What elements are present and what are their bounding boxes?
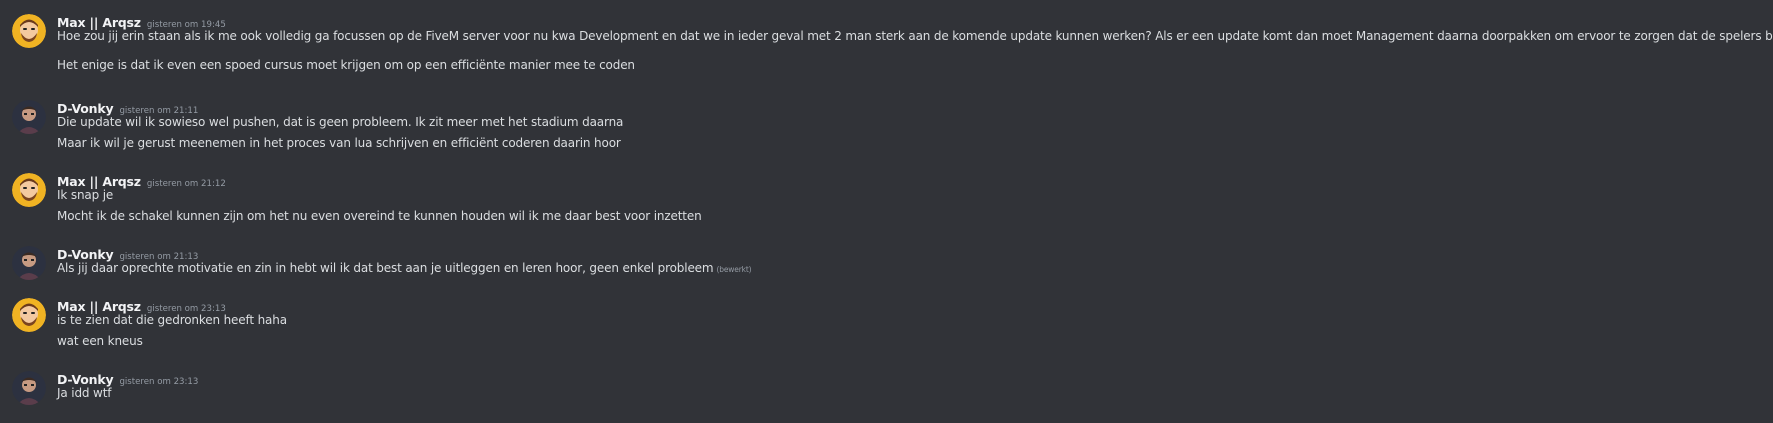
message-text: wat een kneus xyxy=(57,334,143,348)
message-text: Het enige is dat ik even een spoed cursu… xyxy=(57,58,635,72)
message-text: is te zien dat die gedronken heeft haha xyxy=(57,313,287,327)
max-arqsz-avatar-icon[interactable] xyxy=(12,14,46,48)
message-text: Ja idd wtf xyxy=(57,386,112,400)
message-header: Max || Arqsz gisteren om 19:45 xyxy=(57,12,226,30)
d-vonky-avatar-icon[interactable] xyxy=(12,100,46,134)
max-arqsz-avatar-icon[interactable] xyxy=(12,173,46,207)
max-arqsz-avatar-icon[interactable] xyxy=(12,298,46,332)
timestamp: gisteren om 21:12 xyxy=(146,179,226,189)
message-header: D-Vonky gisteren om 21:13 xyxy=(57,244,198,262)
edited-label: (bewerkt) xyxy=(716,265,752,274)
message-header: Max || Arqsz gisteren om 23:13 xyxy=(57,296,226,314)
message-header: Max || Arqsz gisteren om 21:12 xyxy=(57,171,226,189)
message-header: D-Vonky gisteren om 21:11 xyxy=(57,98,198,116)
message-header: D-Vonky gisteren om 23:13 xyxy=(57,369,198,387)
message-text: Mocht ik de schakel kunnen zijn om het n… xyxy=(57,209,702,223)
d-vonky-avatar-icon[interactable] xyxy=(12,371,46,405)
message-text: Als jij daar oprechte motivatie en zin i… xyxy=(57,261,752,275)
username[interactable]: Max || Arqsz xyxy=(57,299,141,314)
username[interactable]: Max || Arqsz xyxy=(57,15,141,30)
username[interactable]: Max || Arqsz xyxy=(57,174,141,189)
d-vonky-avatar-icon[interactable] xyxy=(12,246,46,280)
timestamp: gisteren om 23:13 xyxy=(119,377,199,387)
message-text: Maar ik wil je gerust meenemen in het pr… xyxy=(57,136,621,150)
username[interactable]: D-Vonky xyxy=(57,101,114,116)
message-text: Die update wil ik sowieso wel pushen, da… xyxy=(57,115,624,129)
message-text-content: Als jij daar oprechte motivatie en zin i… xyxy=(57,261,714,275)
chat-message-list: Max || Arqsz gisteren om 19:45 Hoe zou ji… xyxy=(0,0,1773,423)
username[interactable]: D-Vonky xyxy=(57,372,114,387)
username[interactable]: D-Vonky xyxy=(57,247,114,262)
message-text: Ik snap je xyxy=(57,188,114,202)
message-text: Hoe zou jij erin staan als ik me ook vol… xyxy=(57,29,1773,43)
